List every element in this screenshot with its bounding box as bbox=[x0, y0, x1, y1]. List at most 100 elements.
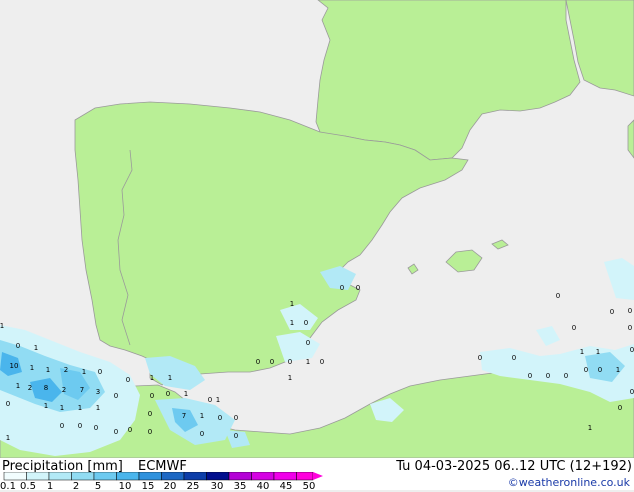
station-value-label: 0 bbox=[94, 424, 98, 432]
station-value-label: 0 bbox=[200, 430, 204, 438]
station-value-label: 0 bbox=[128, 426, 132, 434]
station-value-label: 0 bbox=[270, 358, 274, 366]
station-value-label: 1 bbox=[44, 402, 48, 410]
station-value-label: 0 bbox=[234, 432, 238, 440]
legend-tick-label: 1 bbox=[46, 481, 54, 492]
station-value-label: 1 bbox=[46, 366, 50, 374]
station-value-label: 7 bbox=[80, 386, 84, 394]
legend-tick-label: 25 bbox=[186, 481, 200, 492]
station-value-label: 0 bbox=[148, 428, 152, 436]
legend-swatch bbox=[183, 472, 207, 481]
legend-tick-label: 20 bbox=[163, 481, 177, 492]
legend-tick-label: 2 bbox=[72, 481, 80, 492]
station-value-label: 1 bbox=[580, 348, 584, 356]
station-value-label: 0 bbox=[114, 392, 118, 400]
legend-tick-label: 45 bbox=[279, 481, 293, 492]
legend-tick-label: 35 bbox=[233, 481, 247, 492]
credit: ©weatheronline.co.uk bbox=[507, 476, 630, 489]
legend-swatch bbox=[206, 472, 230, 481]
station-value-label: 1 bbox=[290, 300, 294, 308]
map-footer: Precipitation [mm] ECMWF Tu 04-03-2025 0… bbox=[0, 458, 634, 492]
station-value-label: 0 bbox=[114, 428, 118, 436]
legend-swatch bbox=[273, 472, 297, 481]
station-value-label: 1 bbox=[616, 366, 620, 374]
station-value-label: 0 bbox=[6, 400, 10, 408]
station-value-label: 1 bbox=[16, 382, 20, 390]
station-value-label: 1 bbox=[184, 390, 188, 398]
station-value-label: 0 bbox=[306, 339, 310, 347]
station-value-label: 1 bbox=[0, 322, 4, 330]
station-value-label: 0 bbox=[598, 366, 602, 374]
station-value-label: 1 bbox=[168, 374, 172, 382]
station-value-label: 0 bbox=[628, 324, 632, 332]
legend-swatch bbox=[93, 472, 117, 481]
legend-swatch bbox=[48, 472, 72, 481]
station-value-label: 1 bbox=[96, 404, 100, 412]
station-value-label: 0 bbox=[148, 410, 152, 418]
station-value-label: 7 bbox=[182, 412, 186, 420]
station-value-label: 0 bbox=[60, 422, 64, 430]
station-value-label: 0 bbox=[556, 292, 560, 300]
station-value-label: 0 bbox=[166, 390, 170, 398]
station-value-label: 0 bbox=[126, 376, 130, 384]
legend-tick-label: 50 bbox=[302, 481, 316, 492]
station-value-label: 0 bbox=[630, 388, 634, 396]
station-value-label: 0 bbox=[208, 396, 212, 404]
station-value-label: 0 bbox=[564, 372, 568, 380]
station-value-label: 2 bbox=[28, 384, 32, 392]
legend-tick-label: 10 bbox=[118, 481, 132, 492]
station-value-label: 1 bbox=[200, 412, 204, 420]
legend-swatch bbox=[251, 472, 275, 481]
station-value-label: 8 bbox=[44, 384, 48, 392]
station-value-label: 1 bbox=[216, 396, 220, 404]
legend-tick-label: 15 bbox=[141, 481, 155, 492]
station-value-label: 1 bbox=[596, 348, 600, 356]
station-value-label: 0 bbox=[320, 358, 324, 366]
legend-swatch bbox=[3, 472, 27, 481]
legend-swatch bbox=[228, 472, 252, 481]
station-value-label: 1 bbox=[150, 374, 154, 382]
legend-swatch bbox=[116, 472, 140, 481]
station-value-label: 0 bbox=[584, 366, 588, 374]
station-value-label: 1 bbox=[6, 434, 10, 442]
station-value-label: 1 bbox=[288, 374, 292, 382]
legend-tick-label: 0.1 bbox=[0, 481, 16, 492]
precipitation-map: 10 110 1 1 2 11 2 8 2 7 301 1 1 1000 1 10 0 100 0 0 07 1 0 010 0… bbox=[0, 0, 634, 458]
station-value-label: 0 bbox=[16, 342, 20, 350]
station-value-label: 0 bbox=[218, 414, 222, 422]
station-value-label: 0 bbox=[528, 372, 532, 380]
legend-tick-label: 0.5 bbox=[20, 481, 36, 492]
legend-arrow bbox=[313, 472, 323, 480]
station-value-label: 1 bbox=[60, 404, 64, 412]
station-value-label: 3 bbox=[96, 388, 100, 396]
station-value-label: 1 bbox=[588, 424, 592, 432]
station-value-label: 0 bbox=[256, 358, 260, 366]
station-value-label: 0 bbox=[78, 422, 82, 430]
station-value-label: 10 bbox=[10, 362, 19, 370]
legend-tick-label: 40 bbox=[256, 481, 270, 492]
station-value-label: 1 bbox=[78, 404, 82, 412]
legend-tick-label: 5 bbox=[94, 481, 102, 492]
legend-swatch bbox=[71, 472, 95, 481]
station-value-label: 0 bbox=[340, 284, 344, 292]
station-value-label: 0 bbox=[98, 368, 102, 376]
station-value-label: 0 bbox=[478, 354, 482, 362]
station-value-label: 1 bbox=[34, 344, 38, 352]
station-value-label: 2 bbox=[62, 386, 66, 394]
station-value-label: 0 bbox=[618, 404, 622, 412]
legend-tick-label: 30 bbox=[210, 481, 224, 492]
station-value-label: 0 bbox=[630, 346, 634, 354]
station-value-label: 0 bbox=[150, 392, 154, 400]
legend-swatch bbox=[296, 472, 314, 481]
legend-swatch bbox=[161, 472, 185, 481]
legend-swatch bbox=[138, 472, 162, 481]
station-value-label: 0 bbox=[546, 372, 550, 380]
legend-swatch bbox=[26, 472, 50, 481]
station-value-label: 2 bbox=[64, 366, 68, 374]
station-value-label: 0 bbox=[288, 358, 292, 366]
station-value-label: 0 bbox=[356, 284, 360, 292]
station-value-label: 1 bbox=[290, 319, 294, 327]
station-value-label: 0 bbox=[610, 308, 614, 316]
station-value-label: 1 bbox=[82, 368, 86, 376]
station-value-label: 0 bbox=[512, 354, 516, 362]
